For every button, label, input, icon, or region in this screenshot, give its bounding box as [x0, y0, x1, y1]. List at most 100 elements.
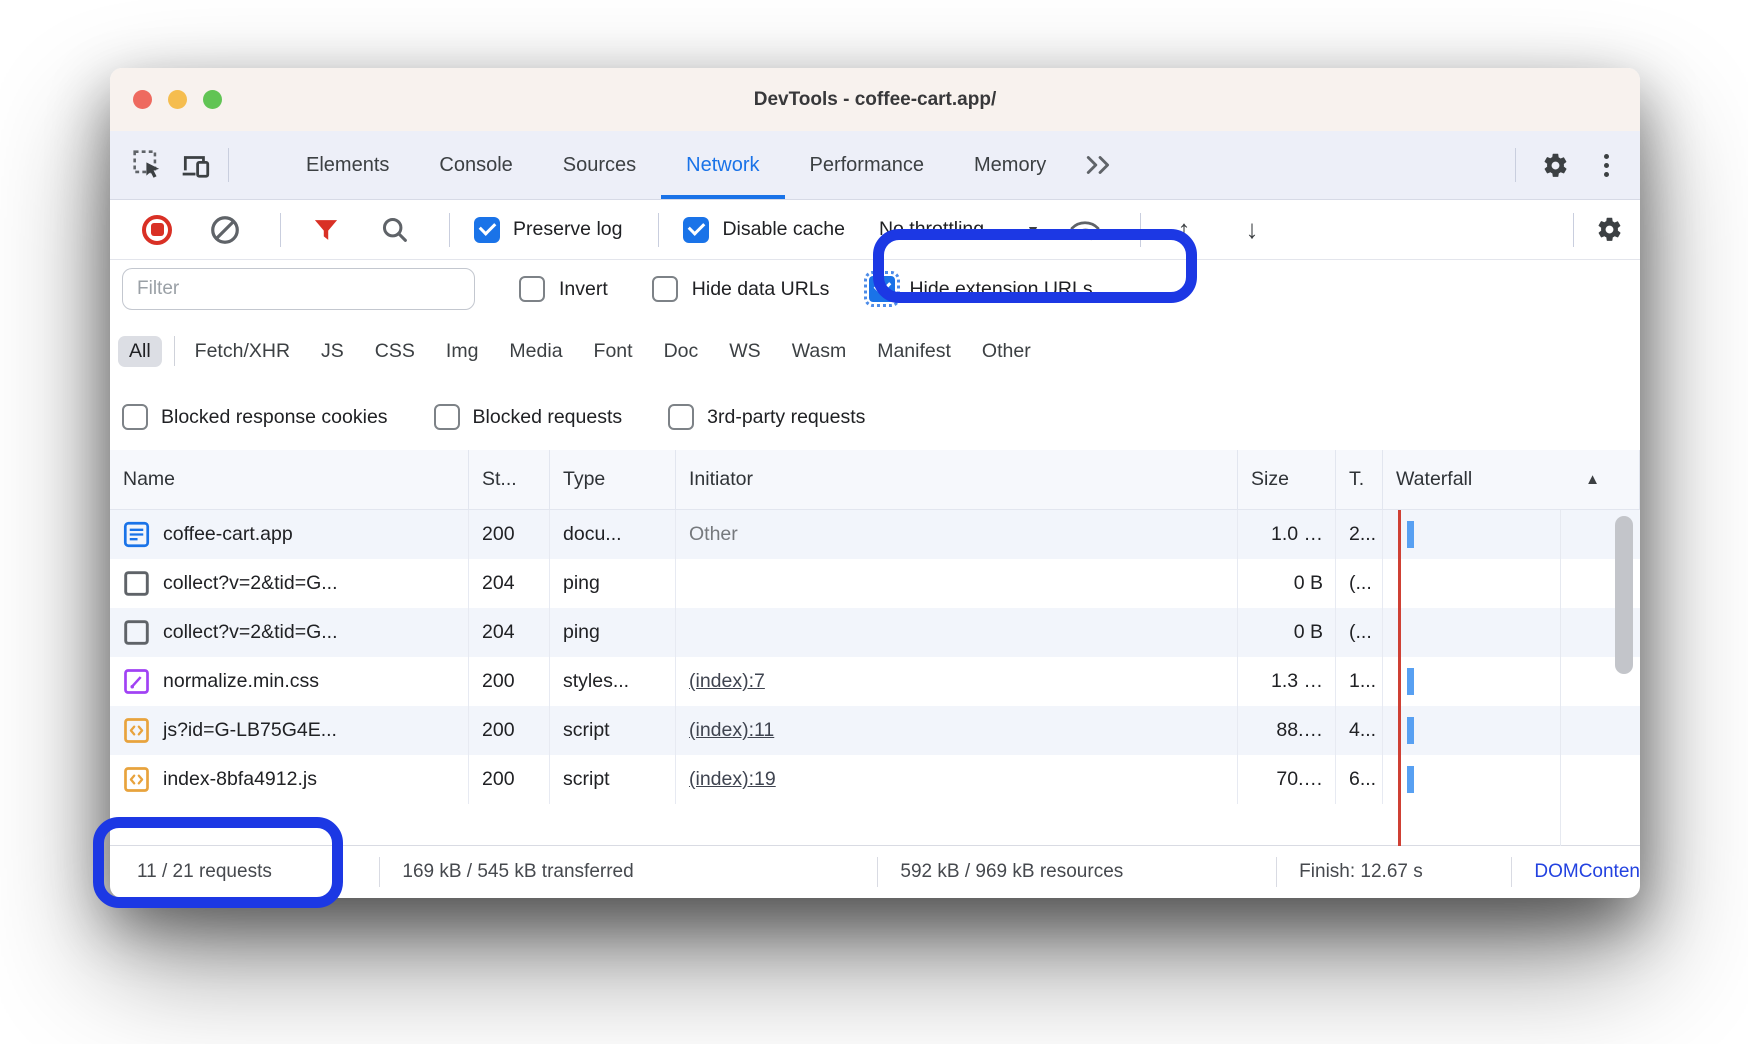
- network-settings-gear-icon[interactable]: [1588, 209, 1630, 251]
- menu-dots-icon[interactable]: [1586, 154, 1626, 177]
- type-chip-doc[interactable]: Doc: [664, 340, 699, 363]
- stylesheet-icon: [123, 668, 150, 695]
- checkbox-unchecked-icon[interactable]: [122, 404, 148, 430]
- waterfall-gridline: [1560, 510, 1561, 846]
- initiator-text: Other: [689, 523, 738, 546]
- blocked-response-cookies-checkbox[interactable]: Blocked response cookies: [122, 404, 388, 430]
- search-icon[interactable]: [373, 209, 415, 251]
- column-header-size[interactable]: Size: [1238, 450, 1336, 509]
- column-header-name[interactable]: Name: [110, 450, 469, 509]
- document-icon: [123, 521, 150, 548]
- waterfall-load-event-line: [1398, 510, 1401, 846]
- network-toolbar: Preserve log Disable cache No throttling…: [110, 200, 1640, 260]
- request-filter-row: Blocked response cookies Blocked request…: [110, 384, 1640, 450]
- checkbox-unchecked-icon[interactable]: [434, 404, 460, 430]
- column-header-initiator[interactable]: Initiator: [676, 450, 1238, 509]
- type-chip-ws[interactable]: WS: [729, 340, 760, 363]
- unknown-icon: [123, 619, 150, 646]
- type-chip-js[interactable]: JS: [321, 340, 344, 363]
- disable-cache-checkbox[interactable]: Disable cache: [683, 217, 844, 243]
- throttling-dropdown[interactable]: No throttling ▼: [879, 218, 1040, 241]
- more-tabs-icon[interactable]: [1073, 131, 1125, 199]
- dom-content-loaded-time: DOMConten: [1512, 846, 1640, 898]
- tab-memory[interactable]: Memory: [949, 131, 1071, 199]
- blocked-requests-checkbox[interactable]: Blocked requests: [434, 404, 623, 430]
- tab-sources[interactable]: Sources: [538, 131, 661, 199]
- invert-checkbox[interactable]: Invert: [519, 276, 608, 302]
- type-chip-font[interactable]: Font: [594, 340, 633, 363]
- checkbox-checked-icon[interactable]: [683, 217, 709, 243]
- table-row[interactable]: coffee-cart.app 200 docu... Other 1.0 … …: [110, 510, 1640, 559]
- tab-console[interactable]: Console: [414, 131, 537, 199]
- column-header-time[interactable]: T.: [1336, 450, 1383, 509]
- inspect-element-icon[interactable]: [126, 149, 170, 181]
- divider: [1573, 213, 1574, 247]
- preserve-log-checkbox[interactable]: Preserve log: [474, 217, 622, 243]
- tab-elements[interactable]: Elements: [281, 131, 414, 199]
- sort-ascending-icon[interactable]: ▲: [1585, 450, 1600, 509]
- table-row[interactable]: normalize.min.css 200 styles... (index):…: [110, 657, 1640, 706]
- tab-network[interactable]: Network: [661, 131, 784, 199]
- divider: [658, 213, 659, 247]
- checkbox-unchecked-icon[interactable]: [652, 276, 678, 302]
- column-header-status[interactable]: St...: [469, 450, 550, 509]
- title-bar: DevTools - coffee-cart.app/: [110, 68, 1640, 131]
- table-row[interactable]: collect?v=2&tid=G... 204 ping 0 B (...: [110, 608, 1640, 657]
- type-chip-manifest[interactable]: Manifest: [877, 340, 951, 363]
- settings-gear-icon[interactable]: [1526, 152, 1584, 179]
- waterfall-bar: [1407, 668, 1414, 695]
- type-chip-css[interactable]: CSS: [375, 340, 415, 363]
- resource-type-filter-row: All Fetch/XHR JS CSS Img Media Font Doc …: [110, 318, 1640, 384]
- network-conditions-icon[interactable]: [1064, 209, 1106, 251]
- script-icon: [123, 717, 150, 744]
- table-row[interactable]: index-8bfa4912.js 200 script (index):19 …: [110, 755, 1640, 804]
- type-chip-other[interactable]: Other: [982, 340, 1031, 363]
- divider: [449, 213, 450, 247]
- type-chip-img[interactable]: Img: [446, 340, 479, 363]
- zoom-window-button[interactable]: [203, 90, 222, 109]
- type-chip-media[interactable]: Media: [509, 340, 562, 363]
- checkbox-checked-icon[interactable]: [869, 276, 895, 302]
- close-window-button[interactable]: [133, 90, 152, 109]
- unknown-icon: [123, 570, 150, 597]
- hide-data-urls-checkbox[interactable]: Hide data URLs: [652, 276, 830, 302]
- waterfall-bar: [1407, 766, 1414, 793]
- initiator-link[interactable]: (index):7: [689, 670, 765, 693]
- waterfall-bar: [1407, 521, 1414, 548]
- export-har-icon[interactable]: ↓: [1231, 209, 1273, 251]
- third-party-requests-checkbox[interactable]: 3rd-party requests: [668, 404, 865, 430]
- filter-funnel-icon[interactable]: [305, 209, 347, 251]
- resources-summary: 592 kB / 969 kB resources: [878, 846, 1276, 898]
- minimize-window-button[interactable]: [168, 90, 187, 109]
- vertical-scrollbar[interactable]: [1615, 516, 1633, 674]
- checkbox-checked-icon[interactable]: [474, 217, 500, 243]
- panel-tabs: Elements Console Sources Network Perform…: [281, 131, 1127, 199]
- hide-extension-urls-checkbox[interactable]: Hide extension URLs: [869, 276, 1092, 302]
- column-header-type[interactable]: Type: [550, 450, 676, 509]
- checkbox-unchecked-icon[interactable]: [519, 276, 545, 302]
- type-chip-fetch-xhr[interactable]: Fetch/XHR: [195, 340, 290, 363]
- tab-performance[interactable]: Performance: [785, 131, 950, 199]
- table-row[interactable]: collect?v=2&tid=G... 204 ping 0 B (...: [110, 559, 1640, 608]
- filter-input[interactable]: [122, 268, 475, 310]
- checkbox-unchecked-icon[interactable]: [668, 404, 694, 430]
- status-bar: 11 / 21 requests 169 kB / 545 kB transfe…: [110, 845, 1640, 898]
- requests-table-header: Name St... Type Initiator Size T. Waterf…: [110, 450, 1640, 510]
- initiator-link[interactable]: (index):19: [689, 768, 776, 791]
- record-network-log-icon[interactable]: [136, 209, 178, 251]
- divider: [280, 213, 281, 247]
- divider: [1140, 213, 1141, 247]
- type-chip-wasm[interactable]: Wasm: [792, 340, 847, 363]
- chevron-down-icon: ▼: [1026, 222, 1040, 238]
- import-har-icon[interactable]: ↑: [1163, 209, 1205, 251]
- clear-network-log-icon[interactable]: [204, 209, 246, 251]
- device-toolbar-icon[interactable]: [174, 149, 218, 181]
- column-header-waterfall[interactable]: Waterfall: [1383, 450, 1640, 509]
- window-title: DevTools - coffee-cart.app/: [754, 89, 996, 111]
- script-icon: [123, 766, 150, 793]
- transferred-summary: 169 kB / 545 kB transferred: [380, 846, 877, 898]
- initiator-link[interactable]: (index):11: [689, 719, 774, 742]
- type-chip-all[interactable]: All: [118, 336, 162, 367]
- requests-table-body: coffee-cart.app 200 docu... Other 1.0 … …: [110, 510, 1640, 804]
- table-row[interactable]: js?id=G-LB75G4E... 200 script (index):11…: [110, 706, 1640, 755]
